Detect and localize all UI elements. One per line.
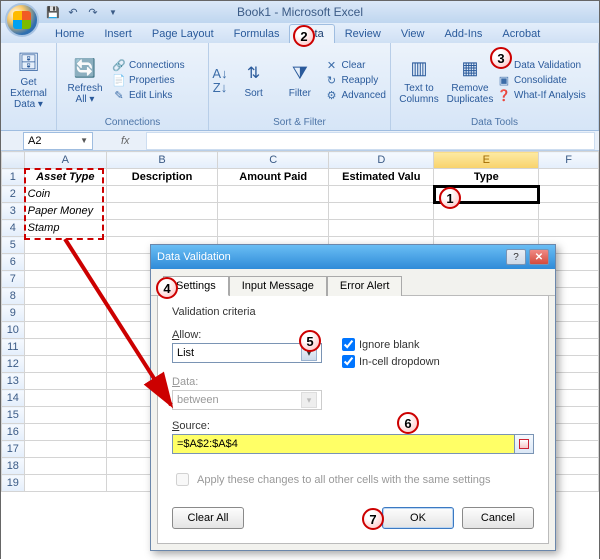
callout-2: 2 [293,25,315,47]
consolidate-icon: ▣ [497,74,511,88]
remove-duplicates-button[interactable]: ▦ Remove Duplicates [446,57,494,105]
link-icon: 🔗 [112,59,126,73]
sort-asc-icon[interactable]: A↓ [213,67,227,81]
chevron-down-icon[interactable]: ▼ [80,136,88,145]
tab-addins[interactable]: Add-Ins [434,25,492,43]
sort-desc-icon[interactable]: Z↓ [213,81,227,95]
tab-page-layout[interactable]: Page Layout [142,25,224,43]
titlebar: 💾 ↶ ↷ ▼ Book1 - Microsoft Excel [1,1,599,23]
tab-view[interactable]: View [391,25,435,43]
consolidate-button[interactable]: ▣Consolidate [497,74,586,88]
remove-dup-icon: ▦ [458,57,482,81]
connections-button[interactable]: 🔗Connections [112,59,185,73]
get-external-data-button[interactable]: 🗄 Get External Data ▾ [5,51,52,110]
group-connections-label: Connections [61,116,204,130]
callout-1: 1 [439,187,461,209]
whatif-icon: ❓ [497,89,511,103]
advanced-button[interactable]: ⚙Advanced [325,89,386,103]
reapply-icon: ↻ [325,74,339,88]
database-icon: 🗄 [17,51,41,75]
tab-formulas[interactable]: Formulas [224,25,290,43]
fx-icon[interactable]: fx [121,135,130,147]
refresh-all-button[interactable]: 🔄 Refresh All ▾ [61,57,109,105]
callout-7: 7 [362,508,384,530]
group-sortfilter-label: Sort & Filter [213,116,386,130]
annotation-arrow [1,151,599,560]
callout-3: 3 [490,47,512,69]
redo-icon[interactable]: ↷ [85,4,101,20]
window-title: Book1 - Microsoft Excel [237,5,363,19]
callout-5: 5 [299,330,321,352]
refresh-icon: 🔄 [73,57,97,81]
reapply-button[interactable]: ↻Reapply [325,74,386,88]
properties-button[interactable]: 📄Properties [112,74,185,88]
tab-home[interactable]: Home [45,25,94,43]
text-columns-icon: ▥ [407,57,431,81]
formula-input[interactable] [146,132,595,150]
filter-button[interactable]: ⧩ Filter [278,62,321,99]
sort-button[interactable]: ⇅ Sort [232,62,275,99]
tab-acrobat[interactable]: Acrobat [492,25,550,43]
undo-icon[interactable]: ↶ [65,4,81,20]
text-to-columns-button[interactable]: ▥ Text to Columns [395,57,443,105]
callout-6: 6 [397,412,419,434]
clear-button[interactable]: ✕Clear [325,59,386,73]
group-label [5,116,52,130]
office-logo-icon [13,11,31,29]
name-box[interactable]: A2▼ [23,132,93,150]
group-datatools-label: Data Tools [395,116,594,130]
get-external-label: Get External Data ▾ [5,77,52,110]
clear-icon: ✕ [325,59,339,73]
quick-access-toolbar: 💾 ↶ ↷ ▼ [45,4,121,20]
save-icon[interactable]: 💾 [45,4,61,20]
edit-links-button[interactable]: ✎Edit Links [112,89,185,103]
callout-4: 4 [156,277,178,299]
office-button[interactable] [5,3,39,37]
formula-bar: A2▼ fx [1,131,599,151]
tab-insert[interactable]: Insert [94,25,142,43]
tab-review[interactable]: Review [335,25,391,43]
worksheet-grid[interactable]: A B C D E F 1 Asset Type Description Amo… [1,151,599,560]
funnel-icon: ⧩ [288,62,312,86]
advanced-icon: ⚙ [325,89,339,103]
edit-links-icon: ✎ [112,89,126,103]
properties-icon: 📄 [112,74,126,88]
qat-dropdown-icon[interactable]: ▼ [105,4,121,20]
whatif-button[interactable]: ❓What-If Analysis [497,89,586,103]
sort-icon: ⇅ [242,62,266,86]
